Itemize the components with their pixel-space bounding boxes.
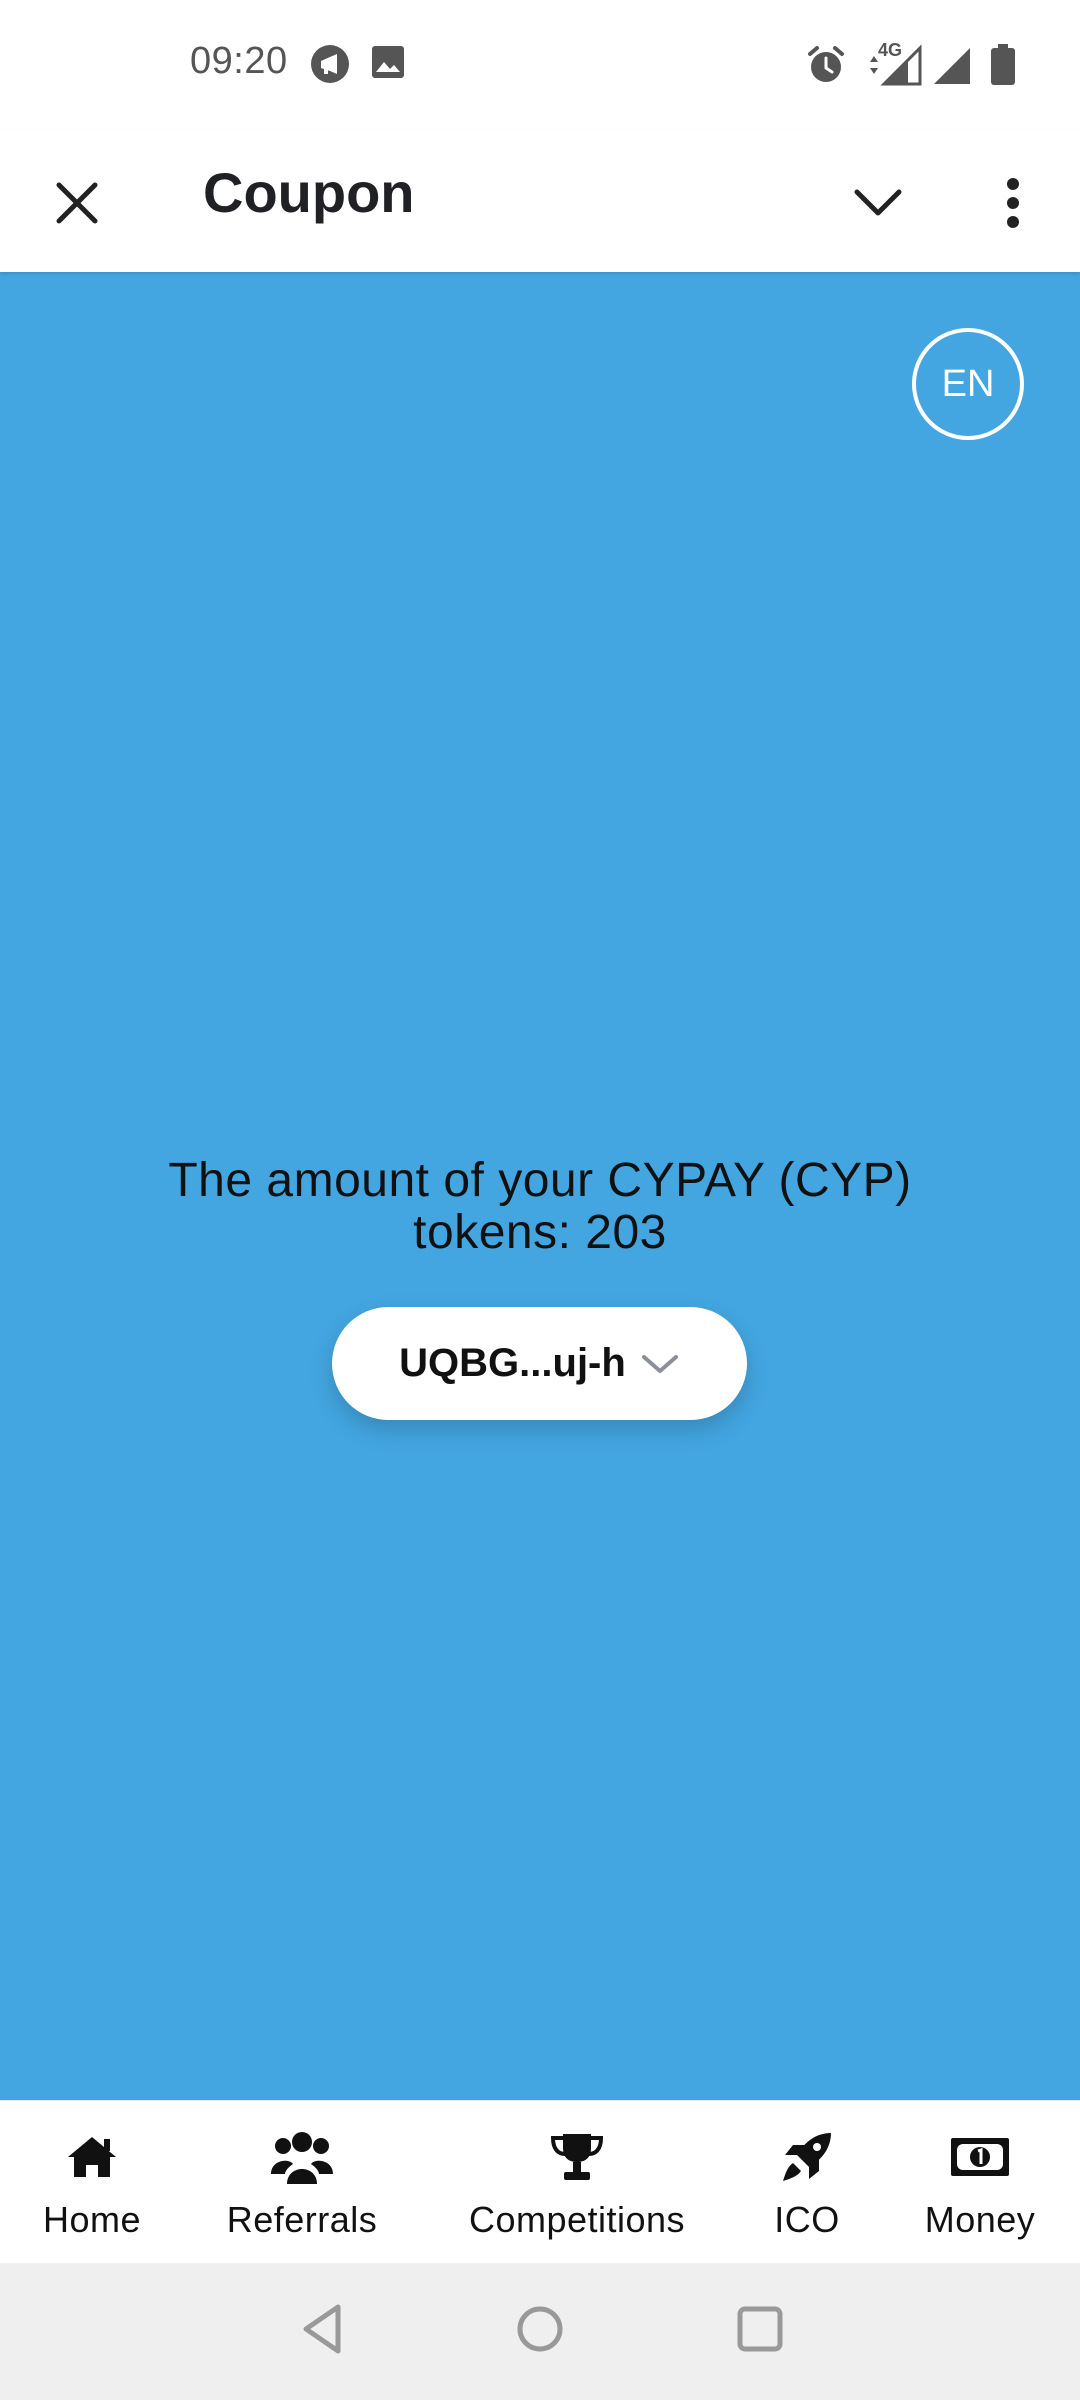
token-amount-line2: tokens: 203 (413, 1206, 667, 1259)
page-title: Coupon (203, 161, 415, 224)
more-options-button[interactable] (973, 163, 1053, 243)
tab-label: Home (42, 2199, 142, 2240)
bottom-tab-bar: Home Referrals Competitions ICO Money (0, 2100, 1080, 2263)
recents-icon[interactable] (734, 2299, 786, 2359)
money-icon (951, 2138, 1009, 2176)
expand-button[interactable] (838, 163, 918, 243)
tab-home[interactable]: Home (22, 2101, 162, 2264)
system-navigation-bar (0, 2263, 1080, 2400)
signal-icon (934, 48, 970, 84)
home-icon (68, 2137, 116, 2177)
users-icon (271, 2132, 333, 2184)
back-icon[interactable] (298, 2299, 346, 2359)
alarm-icon (808, 46, 844, 82)
token-amount-text: The amount of your CYPAY (CYP) tokens: 2… (100, 1155, 980, 1259)
wallet-address: UQBG...uj-h (399, 1341, 626, 1385)
tab-label: ICO (774, 2199, 840, 2240)
language-button[interactable]: EN (912, 328, 1024, 440)
close-icon (56, 182, 98, 224)
chevron-down-icon (854, 189, 902, 216)
tab-referrals[interactable]: Referrals (210, 2101, 394, 2264)
chevron-down-icon (641, 1354, 678, 1373)
tab-label: Competitions (468, 2199, 686, 2240)
app-bar: Coupon (0, 130, 1080, 272)
signal-4g-icon (870, 44, 922, 86)
token-amount-line1: The amount of your CYPAY (CYP) (168, 1154, 912, 1207)
megaphone-icon (311, 45, 349, 83)
tab-label: Referrals (226, 2199, 378, 2240)
battery-icon (991, 44, 1015, 85)
close-button[interactable] (37, 163, 117, 243)
wallet-select-button[interactable]: UQBG...uj-h (332, 1307, 747, 1420)
status-bar: 09:20 4G (0, 0, 1080, 130)
status-time: 09:20 (190, 40, 288, 82)
tab-ico[interactable]: ICO (757, 2101, 857, 2264)
tab-label: Money (924, 2199, 1036, 2240)
main-content: EN The amount of your CYPAY (CYP) tokens… (0, 272, 1080, 2100)
more-vert-icon (1007, 178, 1019, 228)
image-icon (372, 46, 404, 78)
rocket-icon (783, 2133, 831, 2181)
tab-money[interactable]: Money (910, 2101, 1050, 2264)
trophy-icon (550, 2134, 604, 2180)
tab-competitions[interactable]: Competitions (455, 2101, 699, 2264)
home-circle-icon[interactable] (514, 2299, 566, 2359)
